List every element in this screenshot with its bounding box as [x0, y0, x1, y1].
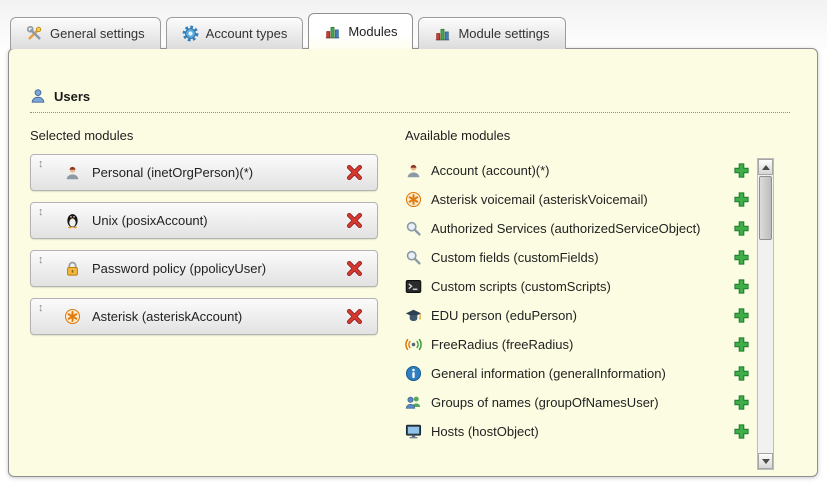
available-module-label: Hosts (hostObject) [431, 424, 734, 439]
available-module-label: General information (generalInformation) [431, 366, 734, 381]
add-icon[interactable] [734, 424, 749, 439]
add-icon[interactable] [734, 279, 749, 294]
chart-icon [324, 23, 341, 40]
selected-module-row[interactable]: ↕ Unix (posixAccount) [30, 202, 378, 239]
available-module-row: Account (account)(*) [405, 156, 749, 185]
drag-handle-icon[interactable]: ↕ [38, 203, 52, 218]
tools-icon [26, 25, 43, 42]
selected-module-row[interactable]: ↕ Personal (inetOrgPerson)(*) [30, 154, 378, 191]
tab-label: Modules [348, 24, 397, 39]
graduation-icon [405, 307, 422, 324]
available-module-row: Groups of names (groupOfNamesUser) [405, 388, 749, 417]
delete-icon[interactable] [346, 212, 363, 229]
available-module-label: Authorized Services (authorizedServiceOb… [431, 221, 734, 236]
available-modules-scrollbar[interactable] [757, 158, 774, 470]
selected-module-label: Asterisk (asteriskAccount) [92, 309, 346, 324]
drag-handle-icon[interactable]: ↕ [38, 155, 52, 170]
scrollbar-up-button[interactable] [758, 159, 773, 175]
available-modules-list: Account (account)(*) Asterisk voicem [405, 156, 749, 446]
computer-icon [405, 423, 422, 440]
delete-icon[interactable] [346, 164, 363, 181]
available-module-row: Hosts (hostObject) [405, 417, 749, 446]
drag-handle-icon[interactable]: ↕ [38, 251, 52, 266]
group-icon [405, 394, 422, 411]
available-module-label: Custom scripts (customScripts) [431, 279, 734, 294]
info-icon [405, 365, 422, 382]
scrollbar-down-button[interactable] [758, 453, 773, 469]
scrollbar-thumb[interactable] [759, 176, 772, 240]
selected-module-row[interactable]: ↕ Asterisk (asteriskAccount) [30, 298, 378, 335]
available-modules-heading: Available modules [405, 128, 510, 143]
available-module-row: Custom fields (customFields) [405, 243, 749, 272]
tab-modules[interactable]: Modules [308, 13, 413, 49]
available-module-label: EDU person (eduPerson) [431, 308, 734, 323]
lock-icon [64, 260, 81, 277]
tab-bar: General settings Account types [10, 13, 566, 49]
person-icon [405, 162, 422, 179]
available-module-label: Account (account)(*) [431, 163, 734, 178]
section-heading-users: Users [30, 88, 90, 104]
magnifier-icon [405, 220, 422, 237]
add-icon[interactable] [734, 366, 749, 381]
delete-icon[interactable] [346, 308, 363, 325]
available-module-row: Asterisk voicemail (asteriskVoicemail) [405, 185, 749, 214]
selected-modules-heading: Selected modules [30, 128, 133, 143]
section-title: Users [54, 89, 90, 104]
tab-label: Account types [206, 26, 288, 41]
tab-label: General settings [50, 26, 145, 41]
tab-label: Module settings [458, 26, 549, 41]
available-module-label: Groups of names (groupOfNamesUser) [431, 395, 734, 410]
selected-modules-list: ↕ Personal (inetOrgPerson)(*) [30, 154, 378, 335]
add-icon[interactable] [734, 163, 749, 178]
terminal-icon [405, 278, 422, 295]
user-icon [30, 88, 46, 104]
gear-icon [182, 25, 199, 42]
section-divider [30, 112, 790, 113]
selected-module-label: Unix (posixAccount) [92, 213, 346, 228]
add-icon[interactable] [734, 308, 749, 323]
available-module-label: Asterisk voicemail (asteriskVoicemail) [431, 192, 734, 207]
penguin-icon [64, 212, 81, 229]
add-icon[interactable] [734, 192, 749, 207]
add-icon[interactable] [734, 250, 749, 265]
asterisk-icon [64, 308, 81, 325]
add-icon[interactable] [734, 221, 749, 236]
person-icon [64, 164, 81, 181]
available-module-row: EDU person (eduPerson) [405, 301, 749, 330]
available-module-label: Custom fields (customFields) [431, 250, 734, 265]
selected-module-label: Personal (inetOrgPerson)(*) [92, 165, 346, 180]
delete-icon[interactable] [346, 260, 363, 277]
available-module-row: General information (generalInformation) [405, 359, 749, 388]
available-module-row: FreeRadius (freeRadius) [405, 330, 749, 359]
wifi-icon [405, 336, 422, 353]
tab-module-settings[interactable]: Module settings [418, 17, 565, 49]
available-module-row: Authorized Services (authorizedServiceOb… [405, 214, 749, 243]
down-arrow-icon [762, 459, 770, 464]
available-module-label: FreeRadius (freeRadius) [431, 337, 734, 352]
add-icon[interactable] [734, 395, 749, 410]
available-module-row: Custom scripts (customScripts) [405, 272, 749, 301]
selected-module-row[interactable]: ↕ Password policy (ppolicyUser) [30, 250, 378, 287]
asterisk-icon [405, 191, 422, 208]
magnifier-icon [405, 249, 422, 266]
module-config-page: General settings Account types [0, 0, 827, 487]
chart-icon [434, 25, 451, 42]
drag-handle-icon[interactable]: ↕ [38, 299, 52, 314]
tab-general-settings[interactable]: General settings [10, 17, 161, 49]
tab-account-types[interactable]: Account types [166, 17, 304, 49]
add-icon[interactable] [734, 337, 749, 352]
up-arrow-icon [762, 165, 770, 170]
selected-module-label: Password policy (ppolicyUser) [92, 261, 346, 276]
